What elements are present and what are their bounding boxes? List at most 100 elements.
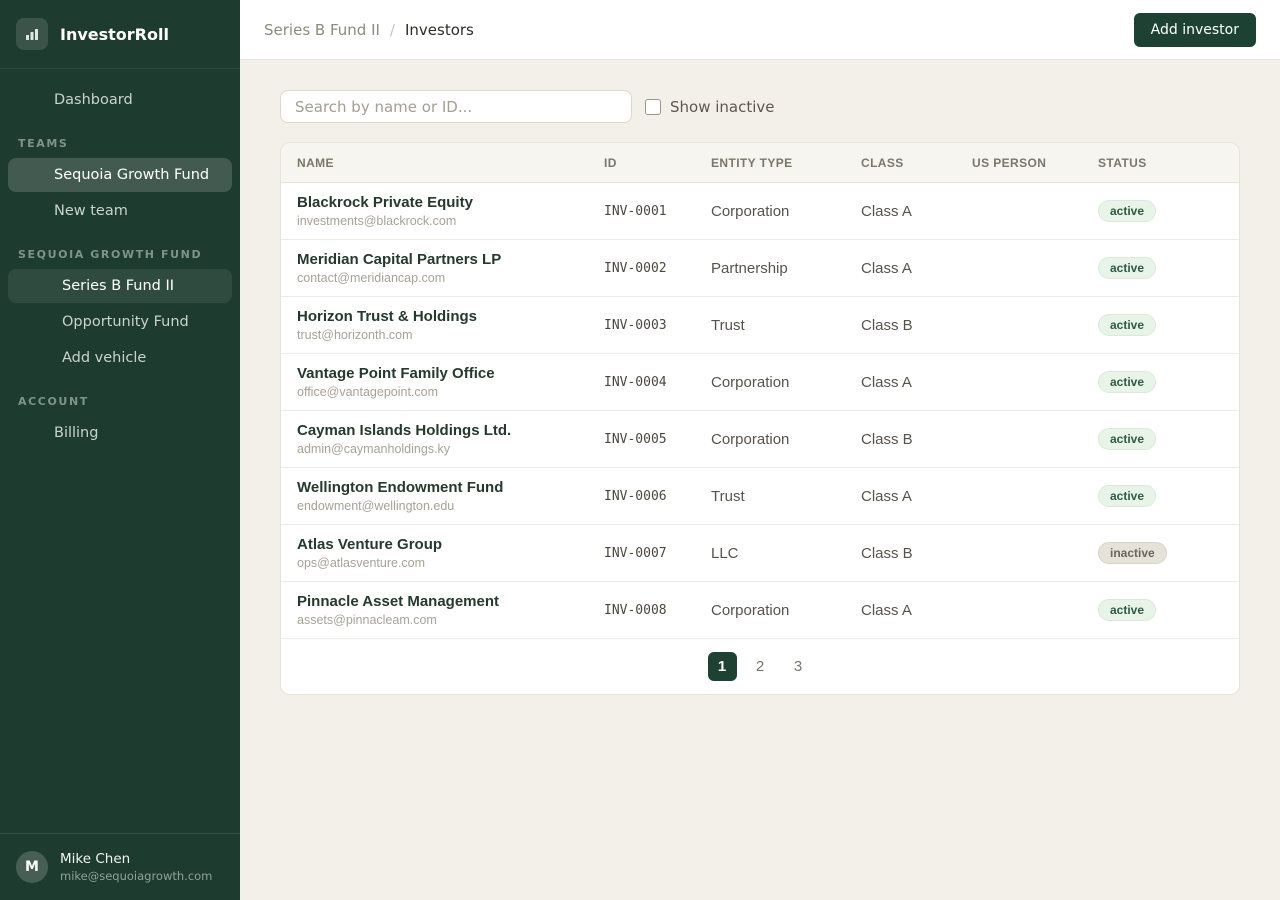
- entity-type: Partnership: [711, 260, 861, 277]
- column-header-status: STATUS: [1098, 156, 1239, 170]
- table-row[interactable]: Cayman Islands Holdings Ltd.admin@cayman…: [281, 411, 1239, 468]
- share-class: Class A: [861, 602, 972, 619]
- page-button-3[interactable]: 3: [784, 652, 813, 681]
- sidebar-nav: Dashboard TEAMS Sequoia Growth Fund New …: [0, 69, 240, 452]
- bar-chart-icon: [16, 18, 48, 50]
- pagination: 1 2 3: [281, 639, 1239, 694]
- add-investor-button[interactable]: Add investor: [1134, 13, 1256, 47]
- table-row[interactable]: Meridian Capital Partners LPcontact@meri…: [281, 240, 1239, 297]
- investor-name: Horizon Trust & Holdings: [297, 308, 604, 327]
- investor-id: INV-0008: [604, 603, 711, 618]
- show-inactive-label: Show inactive: [670, 98, 775, 116]
- sidebar-section-teams: TEAMS: [8, 119, 232, 158]
- investor-email: assets@pinnacleam.com: [297, 613, 604, 627]
- sidebar-spacer: [0, 452, 240, 833]
- sidebar-item-new-team[interactable]: New team: [8, 194, 232, 228]
- status-badge: active: [1098, 314, 1156, 336]
- investor-email: ops@atlasventure.com: [297, 556, 604, 570]
- status-badge: active: [1098, 200, 1156, 222]
- status-badge: active: [1098, 428, 1156, 450]
- table-row[interactable]: Blackrock Private Equityinvestments@blac…: [281, 183, 1239, 240]
- entity-type: LLC: [711, 545, 861, 562]
- share-class: Class A: [861, 374, 972, 391]
- sidebar-item-add-vehicle[interactable]: Add vehicle: [8, 341, 232, 375]
- sidebar-section-account: ACCOUNT: [8, 377, 232, 416]
- status-badge: inactive: [1098, 542, 1167, 564]
- user-name: Mike Chen: [60, 851, 212, 867]
- breadcrumb-investors: Investors: [405, 21, 474, 39]
- investor-id: INV-0005: [604, 432, 711, 447]
- investor-id: INV-0004: [604, 375, 711, 390]
- column-header-name: NAME: [281, 156, 604, 170]
- app-name: InvestorRoll: [60, 25, 169, 44]
- main-area: Series B Fund II / Investors Add investo…: [240, 0, 1280, 900]
- content: Show inactive NAME ID ENTITY TYPE CLASS …: [240, 60, 1280, 725]
- investor-email: endowment@wellington.edu: [297, 499, 604, 513]
- investor-name: Pinnacle Asset Management: [297, 593, 604, 612]
- investor-email: office@vantagepoint.com: [297, 385, 604, 399]
- app-logo[interactable]: InvestorRoll: [0, 0, 240, 69]
- table-row[interactable]: Pinnacle Asset Managementassets@pinnacle…: [281, 582, 1239, 639]
- entity-type: Trust: [711, 488, 861, 505]
- breadcrumb: Series B Fund II / Investors: [264, 21, 474, 39]
- column-header-class: CLASS: [861, 156, 972, 170]
- search-input[interactable]: [280, 90, 632, 123]
- toolbar: Show inactive: [280, 90, 1240, 123]
- share-class: Class B: [861, 545, 972, 562]
- investor-email: contact@meridiancap.com: [297, 271, 604, 285]
- user-profile[interactable]: M Mike Chen mike@sequoiagrowth.com: [0, 833, 240, 900]
- share-class: Class B: [861, 431, 972, 448]
- investor-name: Vantage Point Family Office: [297, 365, 604, 384]
- top-bar: Series B Fund II / Investors Add investo…: [240, 0, 1280, 60]
- breadcrumb-fund[interactable]: Series B Fund II: [264, 21, 380, 39]
- entity-type: Corporation: [711, 374, 861, 391]
- investor-id: INV-0003: [604, 318, 711, 333]
- investor-name: Cayman Islands Holdings Ltd.: [297, 422, 604, 441]
- table-row[interactable]: Wellington Endowment Fundendowment@welli…: [281, 468, 1239, 525]
- sidebar-item-opportunity-fund[interactable]: Opportunity Fund: [8, 305, 232, 339]
- column-header-us-person: US PERSON: [972, 156, 1098, 170]
- share-class: Class A: [861, 203, 972, 220]
- table-row[interactable]: Vantage Point Family Officeoffice@vantag…: [281, 354, 1239, 411]
- investor-id: INV-0007: [604, 546, 711, 561]
- sidebar-item-billing[interactable]: Billing: [8, 416, 232, 450]
- sidebar: InvestorRoll Dashboard TEAMS Sequoia Gro…: [0, 0, 240, 900]
- investor-email: investments@blackrock.com: [297, 214, 604, 228]
- sidebar-section-sequoia-growth-fund: SEQUOIA GROWTH FUND: [8, 230, 232, 269]
- status-badge: active: [1098, 485, 1156, 507]
- investor-name: Blackrock Private Equity: [297, 194, 604, 213]
- investors-table: NAME ID ENTITY TYPE CLASS US PERSON STAT…: [280, 142, 1240, 695]
- share-class: Class B: [861, 317, 972, 334]
- entity-type: Trust: [711, 317, 861, 334]
- investor-name: Meridian Capital Partners LP: [297, 251, 604, 270]
- table-row[interactable]: Horizon Trust & Holdingstrust@horizonth.…: [281, 297, 1239, 354]
- column-header-id: ID: [604, 156, 711, 170]
- sidebar-item-sequoia-growth-fund[interactable]: Sequoia Growth Fund: [8, 158, 232, 192]
- column-header-entity-type: ENTITY TYPE: [711, 156, 861, 170]
- investor-name: Wellington Endowment Fund: [297, 479, 604, 498]
- investor-email: admin@caymanholdings.ky: [297, 442, 604, 456]
- page-button-2[interactable]: 2: [746, 652, 775, 681]
- sidebar-item-dashboard[interactable]: Dashboard: [8, 83, 232, 117]
- status-badge: active: [1098, 599, 1156, 621]
- show-inactive-toggle[interactable]: Show inactive: [645, 98, 775, 116]
- status-badge: active: [1098, 371, 1156, 393]
- investor-id: INV-0006: [604, 489, 711, 504]
- page-button-1[interactable]: 1: [708, 652, 737, 681]
- investor-id: INV-0001: [604, 204, 711, 219]
- user-email: mike@sequoiagrowth.com: [60, 869, 212, 883]
- sidebar-item-series-b-fund-ii[interactable]: Series B Fund II: [8, 269, 232, 303]
- investor-id: INV-0002: [604, 261, 711, 276]
- share-class: Class A: [861, 260, 972, 277]
- investor-name: Atlas Venture Group: [297, 536, 604, 555]
- share-class: Class A: [861, 488, 972, 505]
- show-inactive-checkbox[interactable]: [645, 99, 661, 115]
- table-row[interactable]: Atlas Venture Groupops@atlasventure.com …: [281, 525, 1239, 582]
- breadcrumb-separator: /: [390, 21, 395, 39]
- entity-type: Corporation: [711, 602, 861, 619]
- status-badge: active: [1098, 257, 1156, 279]
- entity-type: Corporation: [711, 431, 861, 448]
- avatar: M: [16, 851, 48, 883]
- table-header-row: NAME ID ENTITY TYPE CLASS US PERSON STAT…: [281, 143, 1239, 183]
- investor-email: trust@horizonth.com: [297, 328, 604, 342]
